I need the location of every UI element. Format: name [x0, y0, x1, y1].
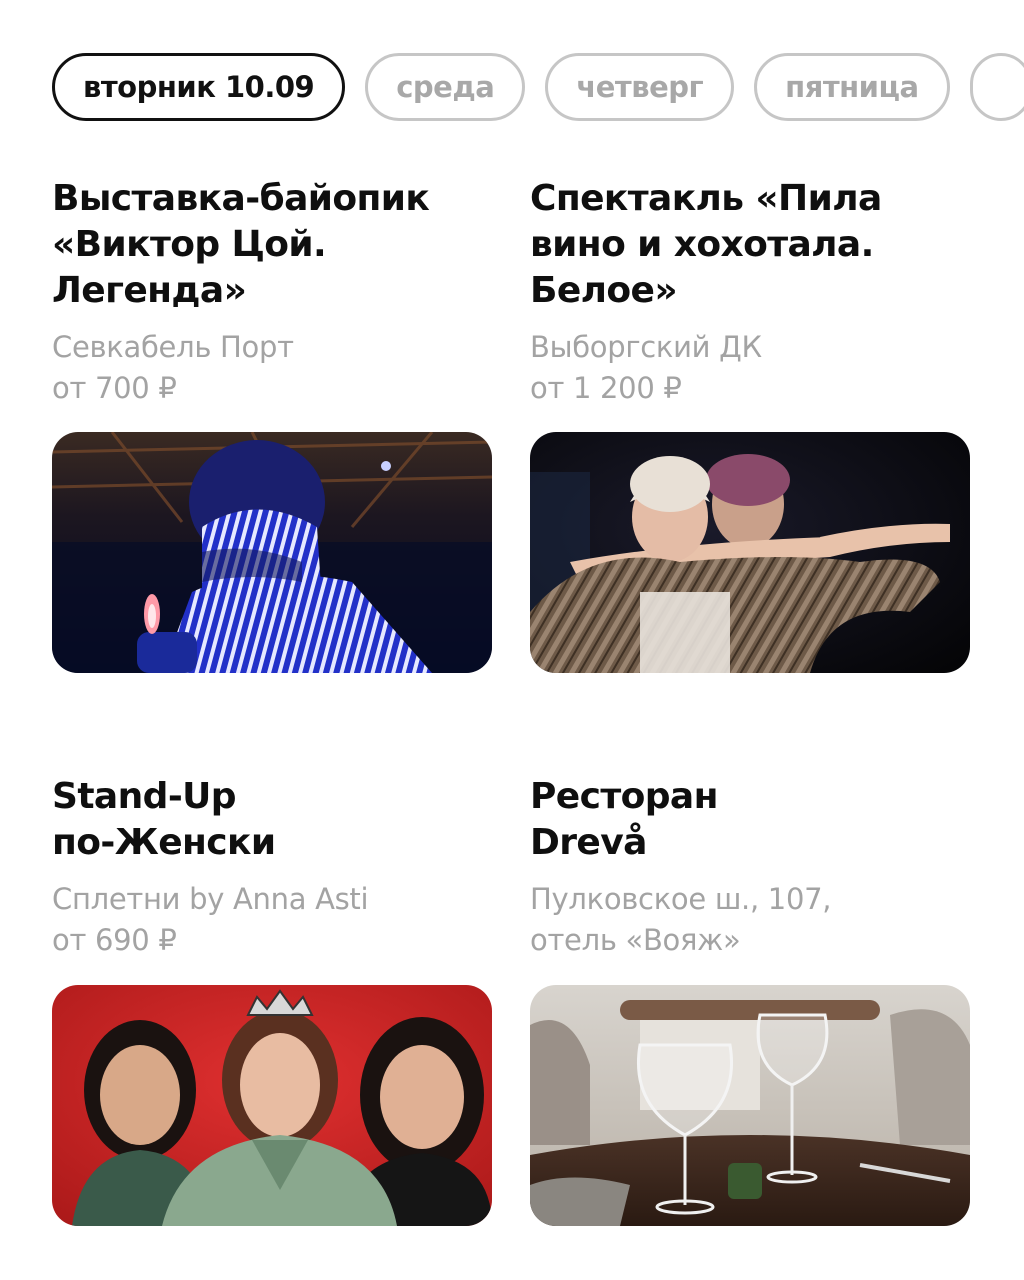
tab-tuesday[interactable]: вторник 10.09	[52, 53, 346, 121]
event-price: от 700 ₽	[52, 371, 177, 405]
event-price: от 1 200 ₽	[530, 371, 682, 405]
event-venue: Севкабель Порт	[52, 330, 294, 364]
event-price: от 690 ₽	[52, 923, 177, 957]
event-title: Спектакль «Пила вино и хохотала. Белое»	[530, 178, 882, 311]
event-photo-restaurant[interactable]	[530, 985, 970, 1226]
event-venue: Пулковское ш., 107, отель «Вояж»	[530, 882, 832, 957]
event-title: Выставка-байопик «Виктор Цой. Легенда»	[52, 178, 430, 311]
tab-next-partial[interactable]	[969, 53, 1024, 121]
event-photo-standup[interactable]	[52, 985, 492, 1226]
tab-thursday[interactable]: четверг	[545, 53, 735, 121]
event-title: Ресторан Drevå	[530, 776, 718, 863]
event-venue: Сплетни by Anna Asti	[52, 882, 369, 916]
event-title: Stand-Up по-Женски	[52, 776, 276, 863]
exhibition-photo-image	[52, 432, 492, 673]
events-page: вторник 10.09 среда четверг пятница Выст…	[0, 0, 1024, 1280]
event-photo-exhibition[interactable]	[52, 432, 492, 673]
restaurant-photo-image	[530, 985, 970, 1226]
standup-photo-image	[52, 985, 492, 1226]
play-photo-image	[530, 432, 970, 673]
day-tabs: вторник 10.09 среда четверг пятница	[52, 53, 1024, 121]
event-photo-play[interactable]	[530, 432, 970, 673]
event-venue: Выборгский ДК	[530, 330, 762, 364]
tab-friday[interactable]: пятница	[754, 53, 950, 121]
tab-wednesday[interactable]: среда	[365, 53, 526, 121]
